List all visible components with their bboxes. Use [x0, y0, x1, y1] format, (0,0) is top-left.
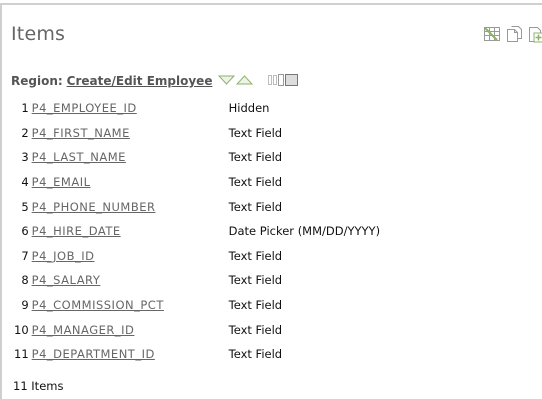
item-sequence: 4 — [21, 175, 29, 190]
panel-title: Items — [11, 23, 66, 45]
region-line: Region: Create/Edit Employee — [11, 72, 301, 90]
items-table: 1 P4_EMPLOYEE_ID Hidden 2 P4_FIRST_NAME … — [14, 96, 380, 367]
region-layout-icon[interactable] — [267, 73, 301, 90]
item-type: Text Field — [228, 199, 283, 214]
region-label: Region: — [11, 74, 63, 88]
add-item-icon[interactable] — [526, 24, 542, 44]
item-name-link[interactable]: P4_PHONE_NUMBER — [32, 200, 156, 214]
table-row: 4 P4_EMAIL Text Field — [14, 170, 380, 195]
table-row: 6 P4_HIRE_DATE Date Picker (MM/DD/YYYY) — [14, 219, 380, 244]
table-row: 5 P4_PHONE_NUMBER Text Field — [14, 194, 380, 219]
item-name-link[interactable]: P4_JOB_ID — [32, 249, 95, 263]
item-name-link[interactable]: P4_COMMISSION_PCT — [32, 298, 164, 312]
table-row: 3 P4_LAST_NAME Text Field — [14, 145, 380, 170]
item-sequence: 6 — [21, 224, 29, 239]
header-icons — [482, 23, 542, 45]
item-name-link[interactable]: P4_EMPLOYEE_ID — [32, 101, 137, 115]
item-type: Hidden — [228, 101, 270, 116]
item-sequence: 1 — [21, 101, 29, 116]
item-name-link[interactable]: P4_MANAGER_ID — [32, 323, 135, 337]
items-panel: Items Region: Create/Edit Employee 1 P4_… — [0, 3, 542, 399]
item-sequence: 3 — [21, 150, 29, 165]
item-type: Text Field — [228, 248, 283, 263]
table-row: 10 P4_MANAGER_ID Text Field — [14, 317, 380, 342]
item-type: Text Field — [228, 273, 283, 288]
item-sequence: 8 — [21, 273, 29, 288]
item-name-link[interactable]: P4_HIRE_DATE — [32, 224, 121, 238]
table-row: 1 P4_EMPLOYEE_ID Hidden — [14, 96, 380, 121]
item-type: Date Picker (MM/DD/YYYY) — [228, 224, 381, 239]
region-name-link[interactable]: Create/Edit Employee — [67, 74, 213, 88]
item-type: Text Field — [228, 125, 283, 140]
item-type: Text Field — [228, 322, 283, 337]
table-row: 2 P4_FIRST_NAME Text Field — [14, 121, 380, 146]
items-count: 11 Items — [13, 379, 64, 393]
item-type: Text Field — [228, 175, 283, 190]
item-type: Text Field — [228, 347, 283, 362]
item-sequence: 5 — [21, 199, 29, 214]
grid-edit-icon[interactable] — [482, 24, 502, 44]
table-row: 8 P4_SALARY Text Field — [14, 268, 380, 293]
sort-up-icon[interactable] — [236, 74, 254, 89]
item-sequence: 11 — [14, 347, 29, 362]
item-name-link[interactable]: P4_DEPARTMENT_ID — [32, 347, 155, 361]
table-row: 7 P4_JOB_ID Text Field — [14, 244, 380, 269]
panel-header: Items — [2, 5, 542, 55]
sort-down-icon[interactable] — [218, 74, 236, 89]
item-name-link[interactable]: P4_EMAIL — [32, 175, 91, 189]
table-row: 9 P4_COMMISSION_PCT Text Field — [14, 293, 380, 318]
item-name-link[interactable]: P4_SALARY — [32, 273, 101, 287]
item-sequence: 9 — [21, 298, 29, 313]
item-type: Text Field — [228, 298, 283, 313]
sort-icons — [218, 74, 254, 89]
item-sequence: 7 — [21, 248, 29, 263]
item-sequence: 10 — [14, 322, 29, 337]
item-type: Text Field — [228, 150, 283, 165]
table-row: 11 P4_DEPARTMENT_ID Text Field — [14, 342, 380, 367]
copy-page-icon[interactable] — [504, 24, 524, 44]
item-sequence: 2 — [21, 125, 29, 140]
item-name-link[interactable]: P4_LAST_NAME — [32, 150, 126, 164]
item-name-link[interactable]: P4_FIRST_NAME — [32, 126, 130, 140]
